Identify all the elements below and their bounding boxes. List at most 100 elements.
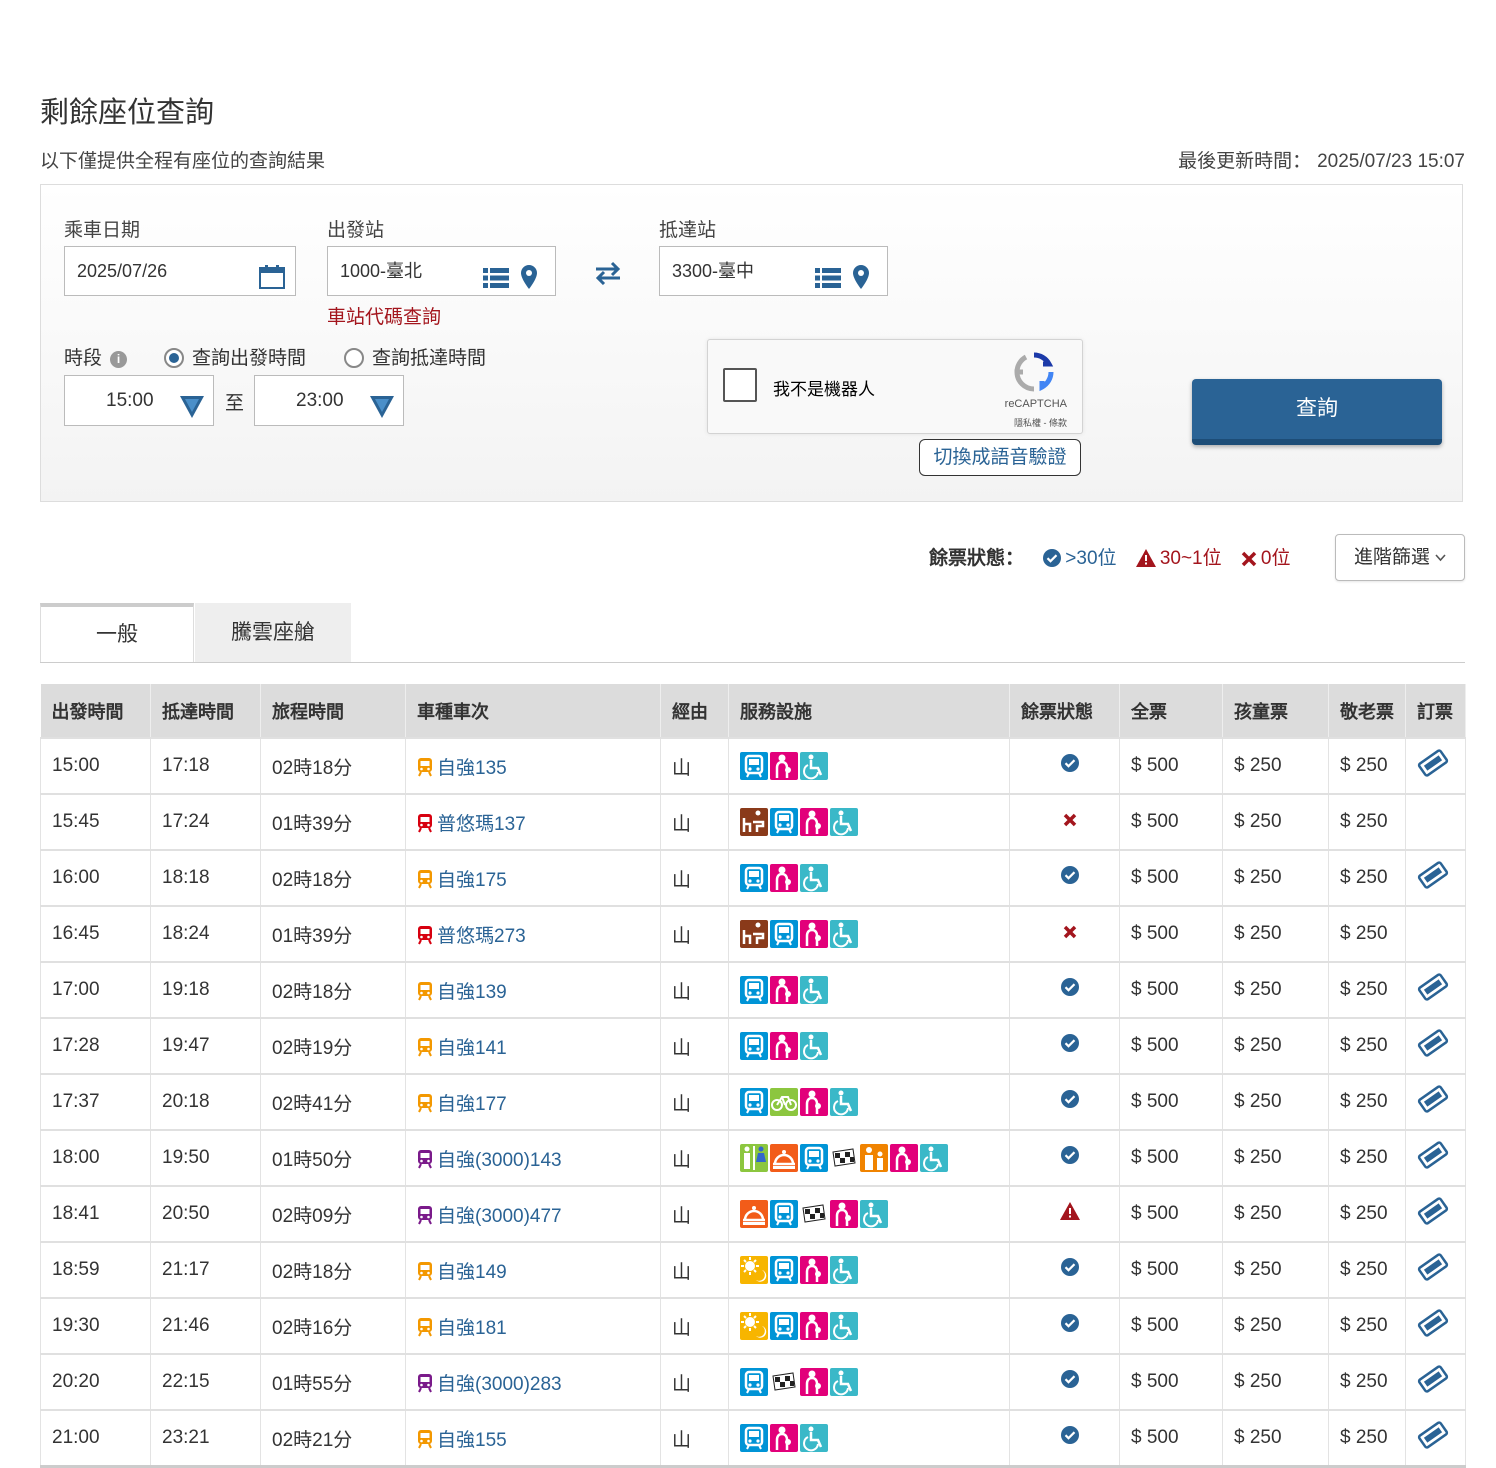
arrival-time: 19:47 [150, 1017, 261, 1074]
arrival-time: 18:18 [150, 849, 261, 906]
train-number-link[interactable]: 自強181 [437, 1318, 507, 1339]
book-ticket-icon[interactable] [1417, 1197, 1449, 1231]
swap-stations-icon[interactable] [594, 261, 622, 290]
travel-duration: 02時18分 [260, 1241, 406, 1298]
route-via: 山 [660, 1409, 729, 1468]
book-ticket-icon[interactable] [1417, 749, 1449, 783]
search-panel: 乘車日期 2025/07/26 出發站 1000-臺北 車站代碼查詢 抵達站 3… [40, 184, 1463, 502]
radio-arrive-time[interactable]: 查詢抵達時間 [344, 343, 486, 370]
train-cell: 自強135 [405, 737, 661, 794]
senior-fare: $ 250 [1328, 905, 1406, 962]
book-ticket-icon[interactable] [1417, 1141, 1449, 1175]
train-icon [417, 1261, 437, 1283]
book-cell [1405, 905, 1466, 962]
train-number-link[interactable]: 自強177 [437, 1094, 507, 1115]
book-cell [1405, 1241, 1466, 1298]
advanced-filter-button[interactable]: 進階篩選 [1335, 534, 1465, 581]
to-station-input[interactable]: 3300-臺中 [659, 246, 888, 296]
train-results-table: 出發時間 抵達時間 旅程時間 車種車次 經由 服務設施 餘票狀態 全票 孩童票 … [40, 684, 1466, 1468]
route-via: 山 [660, 1353, 729, 1410]
facilities-cell [728, 1409, 1010, 1468]
recaptcha-label: 我不是機器人 [773, 380, 875, 399]
header-book: 訂票 [1405, 684, 1466, 738]
train-number-link[interactable]: 自強(3000)477 [437, 1206, 562, 1227]
radio-button[interactable] [344, 348, 364, 368]
table-row: 18:41 20:50 02時09分 自強(3000)477 山 $ 500 $… [40, 1185, 1466, 1242]
book-cell [1405, 1297, 1466, 1354]
book-ticket-icon[interactable] [1417, 861, 1449, 895]
train-number-link[interactable]: 自強155 [437, 1430, 507, 1451]
train-number-link[interactable]: 自強141 [437, 1038, 507, 1059]
status-available-icon [1009, 1353, 1120, 1410]
wheelchair-icon [860, 1200, 888, 1228]
breastfeeding-room-icon [800, 1368, 828, 1396]
adult-fare: $ 500 [1119, 1241, 1223, 1298]
search-button[interactable]: 查詢 [1192, 379, 1442, 445]
senior-fare: $ 250 [1328, 1241, 1406, 1298]
bus-service-icon [740, 1424, 768, 1452]
train-number-link[interactable]: 自強149 [437, 1262, 507, 1283]
recaptcha-logo-icon [1014, 352, 1054, 397]
recaptcha-checkbox[interactable] [723, 368, 757, 402]
page-title: 剩餘座位查詢 [40, 97, 215, 130]
tab-business-class[interactable]: 騰雲座艙 [195, 603, 351, 662]
train-number-link[interactable]: 自強(3000)283 [437, 1374, 562, 1395]
table-row: 21:00 23:21 02時21分 自強155 山 $ 500 $ 250 $… [40, 1409, 1466, 1468]
wheelchair-icon [830, 1088, 858, 1116]
time-from-select[interactable]: 15:00 [64, 375, 214, 426]
checkered-flag-icon [800, 1200, 828, 1228]
departure-time: 19:30 [40, 1297, 151, 1354]
book-ticket-icon[interactable] [1417, 973, 1449, 1007]
senior-fare: $ 250 [1328, 961, 1406, 1018]
senior-fare: $ 250 [1328, 737, 1406, 794]
station-list-icon[interactable] [815, 259, 841, 307]
bus-service-icon [740, 752, 768, 780]
audio-verification-button[interactable]: 切換成語音驗證 [919, 439, 1081, 476]
departure-time: 17:37 [40, 1073, 151, 1130]
header-departure[interactable]: 出發時間 [40, 684, 151, 738]
travel-duration: 02時19分 [260, 1017, 406, 1074]
calendar-icon[interactable] [259, 259, 285, 307]
adult-fare: $ 500 [1119, 905, 1223, 962]
departure-time: 18:00 [40, 1129, 151, 1186]
facilities-cell [728, 737, 1010, 794]
train-number-link[interactable]: 自強135 [437, 758, 507, 779]
breastfeeding-room-icon [830, 1200, 858, 1228]
bus-service-icon [740, 976, 768, 1004]
train-number-link[interactable]: 自強(3000)143 [437, 1150, 562, 1171]
map-pin-icon[interactable] [521, 259, 537, 307]
time-to-select[interactable]: 23:00 [254, 375, 404, 426]
table-row: 16:00 18:18 02時18分 自強175 山 $ 500 $ 250 $… [40, 849, 1466, 906]
book-ticket-icon[interactable] [1417, 1085, 1449, 1119]
train-number-link[interactable]: 自強175 [437, 870, 507, 891]
train-number-link[interactable]: 普悠瑪273 [437, 926, 526, 947]
radio-button[interactable] [164, 348, 184, 368]
travel-duration: 02時09分 [260, 1185, 406, 1242]
route-via: 山 [660, 793, 729, 850]
facilities-cell [728, 961, 1010, 1018]
map-pin-icon[interactable] [853, 259, 869, 307]
radio-depart-time[interactable]: 查詢出發時間 [164, 343, 306, 370]
date-input[interactable]: 2025/07/26 [64, 246, 296, 296]
train-number-link[interactable]: 自強139 [437, 982, 507, 1003]
header-arrival[interactable]: 抵達時間 [150, 684, 261, 738]
station-list-icon[interactable] [483, 259, 509, 307]
book-ticket-icon[interactable] [1417, 1253, 1449, 1287]
wheelchair-icon [800, 1032, 828, 1060]
from-station-input[interactable]: 1000-臺北 [327, 246, 556, 296]
child-fare: $ 250 [1222, 849, 1329, 906]
station-code-link[interactable]: 車站代碼查詢 [327, 302, 441, 329]
book-ticket-icon[interactable] [1417, 1421, 1449, 1455]
header-duration[interactable]: 旅程時間 [260, 684, 406, 738]
train-number-link[interactable]: 普悠瑪137 [437, 814, 526, 835]
book-ticket-icon[interactable] [1417, 1029, 1449, 1063]
table-row: 17:28 19:47 02時19分 自強141 山 $ 500 $ 250 $… [40, 1017, 1466, 1074]
recaptcha-terms-link[interactable]: 隱私權 - 條款 [1014, 416, 1067, 429]
table-row: 15:00 17:18 02時18分 自強135 山 $ 500 $ 250 $… [40, 737, 1466, 794]
wheelchair-icon [920, 1144, 948, 1172]
book-ticket-icon[interactable] [1417, 1365, 1449, 1399]
period-label: 時段 [64, 348, 103, 369]
tab-general[interactable]: 一般 [40, 603, 194, 662]
book-ticket-icon[interactable] [1417, 1309, 1449, 1343]
info-icon[interactable]: i [110, 351, 128, 368]
